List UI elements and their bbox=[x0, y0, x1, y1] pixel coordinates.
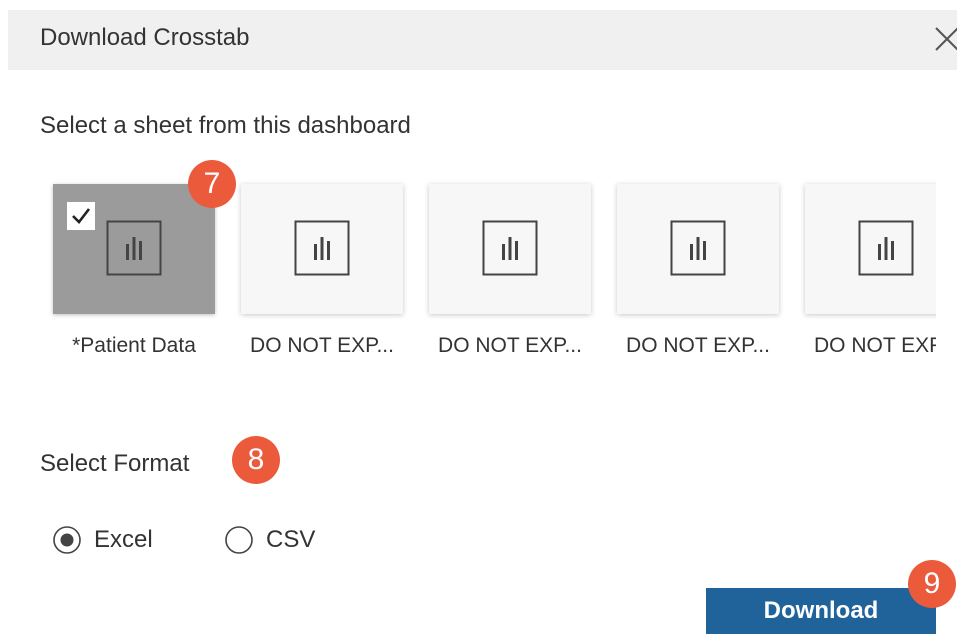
sheet-item[interactable]: DO NOT EXP... bbox=[604, 170, 792, 370]
sheet-item[interactable]: DO NOT EXP bbox=[792, 170, 936, 370]
radio-option-csv[interactable]: CSV bbox=[224, 522, 315, 558]
bar-chart-icon bbox=[482, 220, 538, 276]
step-badge-9: 9 bbox=[908, 560, 956, 608]
bar-chart-icon bbox=[670, 220, 726, 276]
sheet-thumbnail bbox=[53, 184, 215, 314]
bar-chart-icon bbox=[294, 220, 350, 276]
sheet-list: *Patient Data DO NOT EXP... DO NOT EXP..… bbox=[40, 170, 936, 370]
bar-chart-icon bbox=[858, 220, 914, 276]
sheet-label: DO NOT EXP... bbox=[438, 334, 582, 357]
dialog-header: Download Crosstab bbox=[8, 10, 957, 70]
sheet-label: *Patient Data bbox=[72, 334, 196, 357]
step-badge-7: 7 bbox=[188, 160, 236, 208]
sheet-label: DO NOT EXP... bbox=[250, 334, 394, 357]
sheet-thumbnail bbox=[429, 184, 591, 314]
radio-label: CSV bbox=[266, 526, 316, 553]
radio-option-excel[interactable]: Excel bbox=[52, 522, 153, 558]
sheet-thumbnail bbox=[805, 184, 936, 314]
checkbox-checked[interactable] bbox=[67, 202, 95, 230]
dialog-title: Download Crosstab bbox=[40, 24, 250, 51]
sheet-item[interactable]: DO NOT EXP... bbox=[228, 170, 416, 370]
sheet-label: DO NOT EXP bbox=[814, 334, 936, 357]
sheet-label: DO NOT EXP... bbox=[626, 334, 770, 357]
download-button[interactable]: Download bbox=[706, 588, 936, 634]
sheet-item[interactable]: DO NOT EXP... bbox=[416, 170, 604, 370]
radio-selected-icon bbox=[53, 526, 81, 554]
radio-unselected-icon bbox=[225, 526, 253, 554]
step-badge-8: 8 bbox=[232, 436, 280, 484]
radio-label: Excel bbox=[94, 526, 153, 553]
bar-chart-icon bbox=[106, 220, 162, 276]
sheet-thumbnail bbox=[241, 184, 403, 314]
sheet-thumbnail bbox=[617, 184, 779, 314]
sheet-section-label: Select a sheet from this dashboard bbox=[40, 112, 411, 139]
close-icon[interactable] bbox=[932, 24, 957, 54]
format-section-label: Select Format bbox=[40, 450, 190, 477]
